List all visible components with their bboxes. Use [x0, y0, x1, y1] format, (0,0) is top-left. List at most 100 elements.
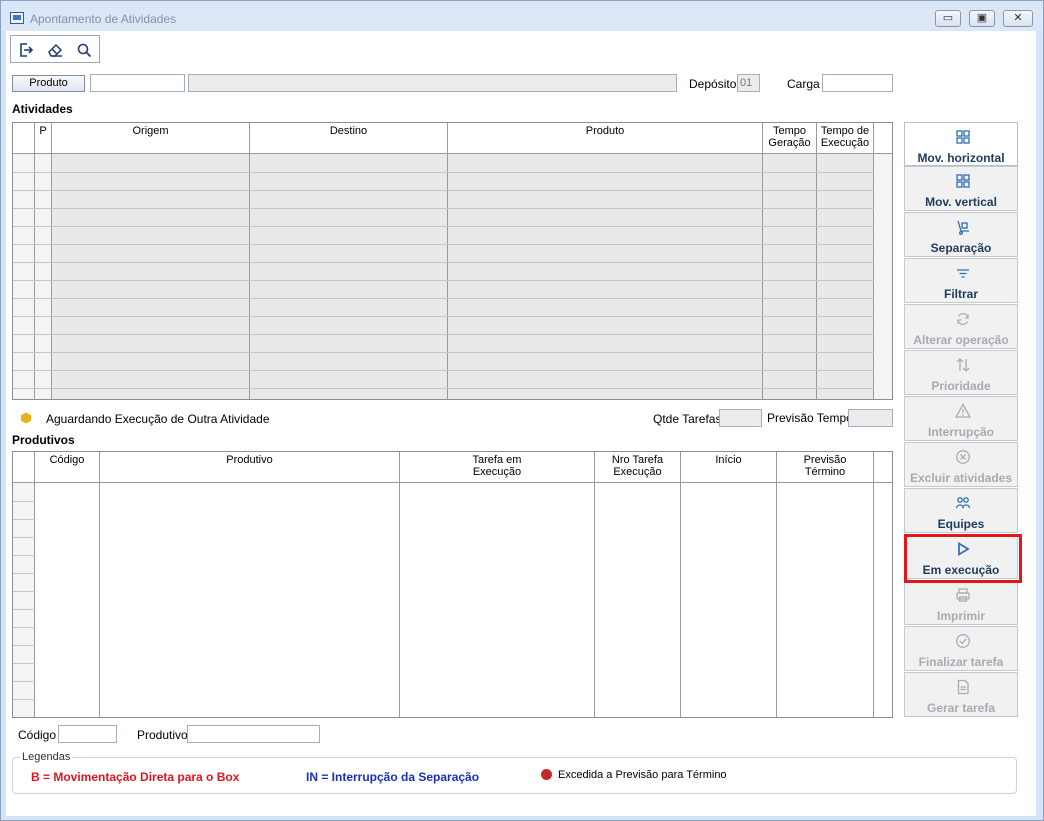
indicator-row-line: [13, 699, 35, 700]
previsao-tempo-label: Previsão Tempo: [767, 411, 853, 425]
grid-move-icon: [955, 129, 971, 145]
grid-row-line: [13, 190, 874, 191]
previsao-line1: Previsão: [803, 454, 847, 466]
action-equipes-button[interactable]: Equipes: [904, 488, 1018, 533]
produtivos-title: Produtivos: [12, 433, 75, 447]
action-prioridade-button[interactable]: Prioridade: [904, 350, 1018, 395]
codigo-column: [35, 483, 100, 717]
action-imprimir-button[interactable]: Imprimir: [904, 580, 1018, 625]
clear-button[interactable]: [41, 37, 69, 62]
grid-row-line: [13, 262, 874, 263]
column-header-produtivo[interactable]: Produtivo: [100, 452, 400, 483]
action-excluir-atividades-button[interactable]: Excluir atividades: [904, 442, 1018, 487]
action-separacao-button[interactable]: Separação: [904, 212, 1018, 257]
previsao-line2: Término: [804, 466, 846, 478]
grid-row-line: [13, 370, 874, 371]
grid-row-line: [13, 388, 874, 389]
minimize-button[interactable]: ▭: [935, 10, 961, 27]
column-header-spacer: [874, 452, 892, 483]
action-finalizar-tarefa-button[interactable]: Finalizar tarefa: [904, 626, 1018, 671]
legend-in: IN = Interrupção da Separação: [306, 770, 480, 784]
scroll-column: [874, 154, 892, 399]
produtivo-column: [100, 483, 400, 717]
indicator-row-line: [13, 573, 35, 574]
row-indicator-header: [13, 452, 35, 483]
produtivo-field[interactable]: [187, 725, 320, 743]
column-header-tarefa-execucao[interactable]: Tarefa em Execução: [400, 452, 595, 483]
column-header-origem[interactable]: Origem: [52, 123, 250, 154]
action-label: Gerar tarefa: [926, 701, 996, 715]
produtivos-grid[interactable]: Código Produtivo Tarefa em Execução Nro …: [12, 451, 893, 718]
action-alterar-operacao-button[interactable]: Alterar operação: [904, 304, 1018, 349]
column-header-nro-tarefa[interactable]: Nro Tarefa Execução: [595, 452, 681, 483]
codigo-field[interactable]: [58, 725, 117, 743]
nro-tarefa-column: [595, 483, 681, 717]
toolbar: [10, 35, 100, 63]
column-header-tempo-execucao[interactable]: Tempo de Execução: [817, 123, 874, 154]
column-header-codigo[interactable]: Código: [35, 452, 100, 483]
search-button[interactable]: [70, 37, 98, 62]
action-mov-horizontal-button[interactable]: Mov. horizontal: [904, 122, 1018, 166]
maximize-button[interactable]: ▣: [969, 10, 995, 27]
tarefa-line2: Execução: [472, 466, 522, 478]
legend-b: B = Movimentação Direta para o Box: [31, 770, 240, 784]
produto-description-field: [188, 74, 677, 92]
check-circle-icon: [955, 633, 971, 649]
column-header-inicio[interactable]: Início: [681, 452, 777, 483]
previsao-tempo-field: [848, 409, 893, 427]
action-mov-vertical-button[interactable]: Mov. vertical: [904, 166, 1018, 211]
hand-truck-icon: [955, 219, 971, 235]
indicator-row-line: [13, 663, 35, 664]
carga-field[interactable]: [822, 74, 893, 92]
tempo-execucao-line1: Tempo de: [820, 125, 870, 137]
tarefa-line1: Tarefa em: [472, 454, 522, 466]
carga-label: Carga: [787, 77, 820, 91]
action-label: Filtrar: [943, 287, 978, 301]
warning-icon: [955, 403, 971, 419]
action-gerar-tarefa-button[interactable]: Gerar tarefa: [904, 672, 1018, 717]
tempo-geracao-line1: Tempo: [772, 125, 807, 137]
produto-code-field[interactable]: [90, 74, 185, 92]
grid-row-line: [13, 244, 874, 245]
column-header-destino[interactable]: Destino: [250, 123, 448, 154]
action-label: Interrupção: [927, 425, 994, 439]
printer-icon: [955, 587, 971, 603]
inicio-column: [681, 483, 777, 717]
grid-row-line: [13, 316, 874, 317]
search-icon: [77, 43, 92, 57]
indicator-row-line: [13, 609, 35, 610]
indicator-row-line: [13, 717, 35, 718]
deposito-label: Depósito: [689, 77, 737, 91]
exit-button[interactable]: [12, 37, 40, 62]
action-interrupcao-button[interactable]: Interrupção: [904, 396, 1018, 441]
indicator-row-line: [13, 555, 35, 556]
indicator-row-line: [13, 519, 35, 520]
column-header-tempo-geracao[interactable]: Tempo Geração: [763, 123, 817, 154]
column-header-produto[interactable]: Produto: [448, 123, 763, 154]
nro-line2: Execução: [613, 466, 662, 478]
aguardando-legend-text: Aguardando Execução de Outra Atividade: [46, 412, 270, 426]
column-header-p[interactable]: P: [35, 123, 52, 154]
indicator-row-line: [13, 645, 35, 646]
grid-row-line: [13, 298, 874, 299]
row-indicator-header: [13, 123, 35, 154]
grid-row-line: [13, 352, 874, 353]
action-filtrar-button[interactable]: Filtrar: [904, 258, 1018, 303]
grid-row-line: [13, 226, 874, 227]
grid-row-line: [13, 172, 874, 173]
indicator-row-line: [13, 627, 35, 628]
column-header-previsao-termino[interactable]: Previsão Término: [777, 452, 874, 483]
aguardando-hexagon-icon: [21, 412, 31, 424]
refresh-icon: [955, 311, 971, 327]
atividades-grid[interactable]: P Origem Destino Produto Tempo Geração T…: [12, 122, 893, 400]
indicator-row-line: [13, 681, 35, 682]
column-header-spacer: [874, 123, 892, 154]
close-button[interactable]: ✕: [1003, 10, 1033, 27]
exit-icon: [20, 42, 34, 57]
produto-button[interactable]: Produto: [12, 75, 85, 92]
atividades-title: Atividades: [12, 102, 73, 116]
action-label: Prioridade: [931, 379, 991, 393]
action-label: Finalizar tarefa: [918, 655, 1004, 669]
action-label: Alterar operação: [913, 333, 1009, 347]
legendas-title: Legendas: [20, 751, 73, 763]
